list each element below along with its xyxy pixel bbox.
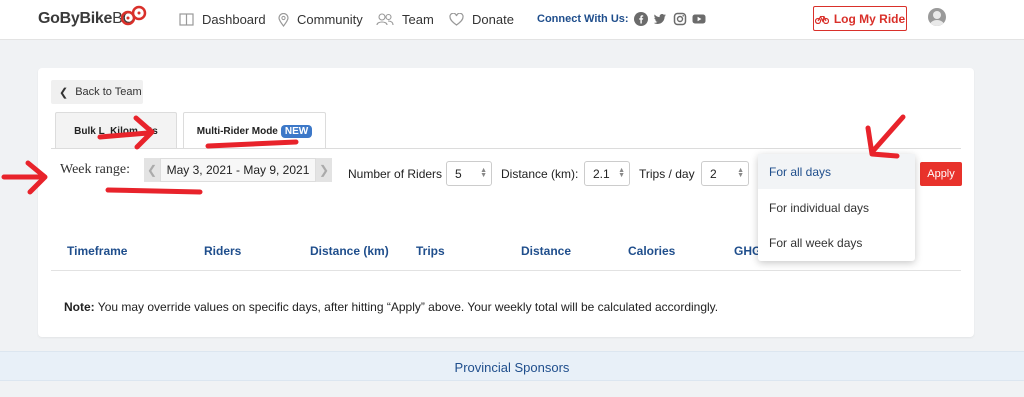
bicycle-icon [814, 15, 829, 24]
note-text: You may override values on specific days… [97, 300, 719, 314]
stepper-arrows-icon[interactable]: ▲ ▼ [737, 167, 744, 179]
next-week-button[interactable]: ❯ [316, 158, 332, 182]
number-of-riders-value: 5 [455, 166, 462, 181]
logo-main-text: GoByBike [38, 10, 113, 27]
nav-community[interactable]: Community [278, 12, 363, 27]
column-header-calories: Calories [628, 244, 676, 258]
user-avatar-icon[interactable] [928, 8, 946, 26]
provincial-sponsors-heading: Provincial Sponsors [454, 360, 570, 375]
nav-dashboard-label: Dashboard [202, 12, 266, 27]
top-navigation-bar: GoByBikeBC Dashboard Community Team Dona… [0, 0, 1024, 40]
provincial-sponsors-bar: Provincial Sponsors [0, 351, 1024, 381]
week-range-label: Week range: [60, 162, 130, 177]
override-note: Note: You may override values on specifi… [64, 300, 718, 314]
connect-with-us-label: Connect With Us: [537, 13, 629, 25]
previous-week-button[interactable]: ❮ [144, 158, 160, 182]
trips-per-day-input[interactable]: 2 ▲ ▼ [701, 161, 749, 186]
location-pin-icon [278, 12, 289, 27]
chevron-left-icon: ❮ [59, 86, 69, 99]
nav-team[interactable]: Team [376, 12, 434, 27]
instagram-icon[interactable] [673, 12, 687, 26]
trips-per-day-value: 2 [710, 166, 717, 181]
new-badge: NEW [280, 124, 313, 138]
bike-wheels-logo-icon [121, 5, 147, 26]
nav-donate[interactable]: Donate [449, 12, 514, 27]
tab-multi-rider-mode[interactable]: Multi-Rider Mode NEW [183, 112, 326, 149]
table-divider [51, 270, 961, 271]
tab-bulk-label: Bulk L Kilom ts [74, 125, 158, 137]
book-icon [179, 13, 194, 26]
tab-multi-rider-label: Multi-Rider Mode [196, 125, 278, 137]
distance-km-label: Distance (km): [501, 167, 579, 181]
dropdown-option-all-week-days[interactable]: For all week days [758, 225, 915, 260]
twitter-icon[interactable] [653, 12, 667, 26]
column-header-trips: Trips [416, 244, 445, 258]
column-header-distance: Distance [521, 244, 572, 258]
back-to-team-button[interactable]: ❮ Back to Team [51, 80, 143, 104]
gobybike-logo[interactable]: GoByBikeBC [38, 10, 134, 28]
column-header-riders: Riders [204, 244, 242, 258]
chevron-right-icon: ❯ [318, 163, 330, 177]
heart-icon [449, 13, 464, 26]
apply-button[interactable]: Apply [920, 162, 962, 186]
stepper-arrows-icon[interactable]: ▲ ▼ [618, 167, 625, 179]
dropdown-option-individual-days[interactable]: For individual days [758, 190, 915, 225]
week-range-value[interactable]: May 3, 2021 - May 9, 2021 [160, 158, 316, 182]
users-icon [376, 13, 394, 26]
column-header-distance-km: Distance (km) [310, 244, 389, 258]
trips-per-day-label: Trips / day [639, 167, 695, 181]
apply-mode-dropdown-menu: For all days For individual days For all… [758, 154, 915, 261]
nav-community-label: Community [297, 12, 363, 27]
log-my-ride-label: Log My Ride [833, 11, 906, 26]
distance-km-input[interactable]: 2.1 ▲ ▼ [584, 161, 630, 186]
number-of-riders-label: Number of Riders [348, 167, 443, 181]
nav-donate-label: Donate [472, 12, 514, 27]
column-header-timeframe: Timeframe [67, 244, 128, 258]
youtube-icon[interactable] [692, 12, 706, 26]
dropdown-option-all-days[interactable]: For all days [758, 154, 915, 189]
log-my-ride-button[interactable]: Log My Ride [813, 6, 907, 31]
stepper-arrows-icon[interactable]: ▲ ▼ [480, 167, 487, 179]
facebook-icon[interactable] [634, 12, 648, 26]
multi-rider-card: ❮ Back to Team Bulk L Kilom ts Multi-Rid… [38, 68, 974, 337]
nav-dashboard[interactable]: Dashboard [179, 12, 266, 27]
note-label: Note: [64, 300, 95, 314]
number-of-riders-input[interactable]: 5 ▲ ▼ [446, 161, 492, 186]
distance-km-value: 2.1 [593, 166, 610, 181]
chevron-left-icon: ❮ [146, 163, 158, 177]
tab-divider [51, 148, 961, 149]
nav-team-label: Team [402, 12, 434, 27]
week-range-picker[interactable]: ❮ May 3, 2021 - May 9, 2021 ❯ [144, 158, 332, 182]
tab-bulk-log-kilometers[interactable]: Bulk L Kilom ts [55, 112, 177, 149]
back-to-team-label: Back to Team [75, 86, 142, 98]
